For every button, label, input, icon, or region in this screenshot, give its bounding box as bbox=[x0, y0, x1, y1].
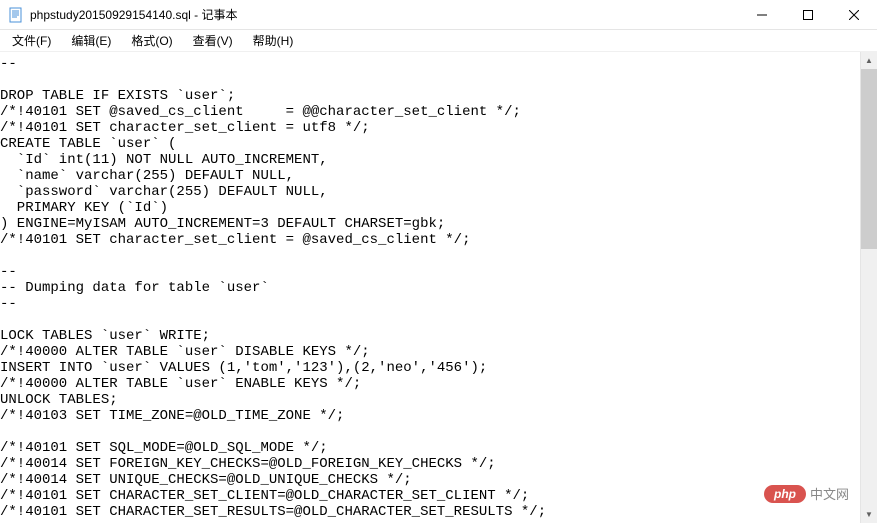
close-button[interactable] bbox=[831, 0, 877, 29]
menubar: 文件(F) 编辑(E) 格式(O) 查看(V) 帮助(H) bbox=[0, 30, 877, 52]
notepad-icon bbox=[8, 7, 24, 23]
vertical-scrollbar[interactable]: ▲ ▼ bbox=[860, 52, 877, 523]
scroll-up-arrow[interactable]: ▲ bbox=[861, 52, 877, 69]
menu-file[interactable]: 文件(F) bbox=[2, 30, 61, 51]
scroll-down-arrow[interactable]: ▼ bbox=[861, 506, 877, 523]
watermark-text: 中文网 bbox=[810, 484, 849, 503]
menu-format[interactable]: 格式(O) bbox=[121, 30, 182, 51]
watermark-badge: php bbox=[764, 485, 806, 503]
maximize-button[interactable] bbox=[785, 0, 831, 29]
editor-area: -- DROP TABLE IF EXISTS `user`; /*!40101… bbox=[0, 52, 877, 523]
menu-help[interactable]: 帮助(H) bbox=[243, 30, 304, 51]
titlebar: phpstudy20150929154140.sql - 记事本 bbox=[0, 0, 877, 30]
watermark: php 中文网 bbox=[764, 484, 849, 503]
menu-view[interactable]: 查看(V) bbox=[183, 30, 243, 51]
scroll-thumb[interactable] bbox=[861, 69, 877, 249]
menu-edit[interactable]: 编辑(E) bbox=[61, 30, 121, 51]
window-controls bbox=[739, 0, 877, 29]
text-content[interactable]: -- DROP TABLE IF EXISTS `user`; /*!40101… bbox=[0, 52, 860, 523]
minimize-button[interactable] bbox=[739, 0, 785, 29]
window-title: phpstudy20150929154140.sql - 记事本 bbox=[30, 6, 739, 23]
